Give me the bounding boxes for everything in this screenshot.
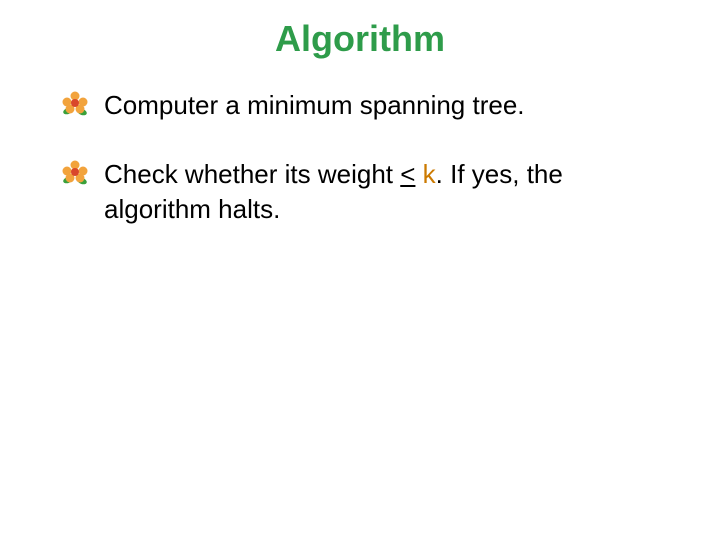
leq-symbol: < bbox=[400, 159, 415, 189]
variable-k: k bbox=[423, 159, 436, 189]
bullet-item-2: Check whether its weight < k. If yes, th… bbox=[60, 157, 660, 227]
flower-icon bbox=[62, 160, 88, 186]
bullet-list: Computer a minimum spanning tree. Check … bbox=[0, 88, 720, 227]
bullet-item-1: Computer a minimum spanning tree. bbox=[60, 88, 660, 123]
bullet-text-1: Computer a minimum spanning tree. bbox=[104, 90, 525, 120]
slide: Algorithm Computer a minimum spanning tr… bbox=[0, 18, 720, 540]
bullet-2-prefix: Check whether its weight bbox=[104, 159, 400, 189]
slide-title: Algorithm bbox=[0, 18, 720, 60]
flower-icon bbox=[62, 91, 88, 117]
bullet-text-2: Check whether its weight < k. If yes, th… bbox=[104, 159, 563, 224]
bullet-2-space bbox=[415, 159, 422, 189]
